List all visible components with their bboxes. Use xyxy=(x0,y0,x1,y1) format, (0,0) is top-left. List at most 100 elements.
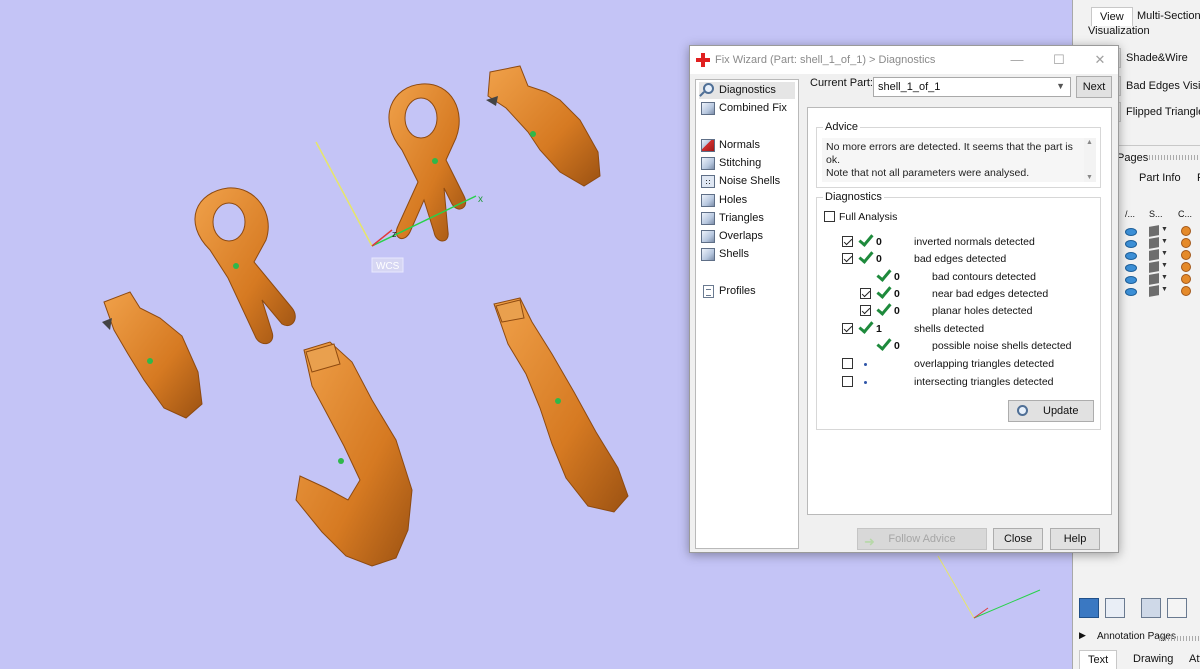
nav-item-normals[interactable]: Normals xyxy=(699,137,795,154)
flipped-triangles-button[interactable]: Flipped Triangles V xyxy=(1126,106,1200,118)
part-finger-straight[interactable] xyxy=(493,297,629,513)
shells-checkbox[interactable] xyxy=(842,323,853,334)
toolbar-part-icon[interactable] xyxy=(1141,598,1161,618)
toolbar-outline-icon[interactable] xyxy=(1167,598,1187,618)
eye-icon[interactable] xyxy=(1125,228,1137,236)
tab-att[interactable]: Att xyxy=(1189,653,1200,665)
cube-icon xyxy=(701,157,715,170)
full-analysis-checkbox[interactable] xyxy=(824,211,835,222)
dropdown-arrow-icon[interactable]: ▼ xyxy=(1161,262,1168,269)
expand-arrow-icon[interactable]: ▶ xyxy=(1079,630,1086,641)
overlapping-triangles-label: overlapping triangles detected xyxy=(914,358,1055,370)
shade-wire-button[interactable]: Shade&Wire xyxy=(1126,52,1188,64)
planar-holes-label: planar holes detected xyxy=(932,305,1033,317)
inverted-normals-checkbox[interactable] xyxy=(842,236,853,247)
eye-icon[interactable] xyxy=(1125,276,1137,284)
nav-item-shells[interactable]: Shells xyxy=(699,246,795,263)
intersecting-triangles-checkbox[interactable] xyxy=(842,376,853,387)
nav-item-label: Overlaps xyxy=(719,230,764,242)
cube-icon[interactable] xyxy=(1149,249,1159,261)
col-color-header[interactable]: C... xyxy=(1178,209,1192,219)
diagnostics-group: Diagnostics Full Analysis 0 inverted nor… xyxy=(816,191,1101,430)
part-claw-left[interactable] xyxy=(102,291,203,419)
nav-item-stitching[interactable]: Stitching xyxy=(699,155,795,172)
planar-holes-checkbox[interactable] xyxy=(860,305,871,316)
dropdown-arrow-icon[interactable]: ▼ xyxy=(1161,286,1168,293)
toolbar-check-icon[interactable] xyxy=(1105,598,1125,618)
tab-text[interactable]: Text xyxy=(1079,650,1118,669)
maximize-icon[interactable]: ☐ xyxy=(1044,50,1074,70)
tab-view[interactable]: View xyxy=(1091,7,1133,26)
nav-item-noise-shells[interactable]: Noise Shells xyxy=(699,173,795,190)
nav-item-triangles[interactable]: Triangles xyxy=(699,210,795,227)
title-bar[interactable]: Fix Wizard (Part: shell_1_of_1) > Diagno… xyxy=(690,46,1118,74)
col-shade-header[interactable]: S... xyxy=(1149,209,1163,219)
pages-label: Pages xyxy=(1117,152,1149,164)
follow-advice-label: Follow Advice xyxy=(888,533,956,545)
nav-item-label: Combined Fix xyxy=(719,102,787,114)
part-claw-top[interactable] xyxy=(486,65,601,187)
toolbar-cubes-icon[interactable] xyxy=(1079,598,1099,618)
nav-item-label: Diagnostics xyxy=(719,84,776,96)
cube-icon[interactable] xyxy=(1149,273,1159,285)
bad-edges-visible-button[interactable]: Bad Edges Visible xyxy=(1126,80,1200,92)
follow-advice-button[interactable]: ➜ Follow Advice xyxy=(857,528,987,550)
part-ring-bracket-left[interactable] xyxy=(194,187,296,345)
noise-shells-count: 0 xyxy=(894,340,900,352)
cube-icon[interactable] xyxy=(1149,285,1159,297)
close-icon[interactable]: ✕ xyxy=(1085,50,1115,70)
scroll-down-icon[interactable]: ▼ xyxy=(1086,174,1093,181)
color-dot-icon[interactable] xyxy=(1181,274,1191,284)
color-dot-icon[interactable] xyxy=(1181,250,1191,260)
color-dot-icon[interactable] xyxy=(1181,286,1191,296)
eye-icon[interactable] xyxy=(1125,264,1137,272)
nav-item-diagnostics[interactable]: Diagnostics xyxy=(699,82,795,99)
inverted-normals-label: inverted normals detected xyxy=(914,236,1035,248)
cube-icon[interactable] xyxy=(1149,225,1159,237)
nav-item-combined-fix[interactable]: Combined Fix xyxy=(699,100,795,117)
scroll-up-icon[interactable]: ▲ xyxy=(1086,139,1093,146)
color-dot-icon[interactable] xyxy=(1181,226,1191,236)
eye-icon[interactable] xyxy=(1125,288,1137,296)
color-dot-icon[interactable] xyxy=(1181,262,1191,272)
current-part-select[interactable]: shell_1_of_1 ▼ xyxy=(873,77,1071,97)
shells-label: shells detected xyxy=(914,323,985,335)
tab-part-info[interactable]: Part Info xyxy=(1139,172,1181,184)
full-analysis-label: Full Analysis xyxy=(839,211,898,223)
dropdown-arrow-icon[interactable]: ▼ xyxy=(1161,250,1168,257)
overlapping-triangles-checkbox[interactable] xyxy=(842,358,853,369)
cube-icon xyxy=(701,212,715,225)
minimize-icon[interactable]: — xyxy=(1002,50,1032,70)
nav-item-profiles[interactable]: Profiles xyxy=(699,283,795,300)
cube-icon[interactable] xyxy=(1149,237,1159,249)
content-panel: Advice No more errors are detected. It s… xyxy=(807,107,1112,515)
next-button[interactable]: Next xyxy=(1076,76,1112,98)
help-button[interactable]: Help xyxy=(1050,528,1100,550)
part-ring-bracket-center[interactable] xyxy=(388,83,466,242)
current-part-label: Current Part: xyxy=(810,77,873,89)
status-ok-icon xyxy=(858,231,874,247)
color-dot-icon[interactable] xyxy=(1181,238,1191,248)
col-visible-header[interactable]: /... xyxy=(1125,209,1135,219)
nav-item-label: Noise Shells xyxy=(719,175,781,187)
nav-item-label: Shells xyxy=(719,248,749,260)
eye-icon[interactable] xyxy=(1125,252,1137,260)
nav-item-overlaps[interactable]: Overlaps xyxy=(699,228,795,245)
cube-icon[interactable] xyxy=(1149,261,1159,273)
part-finger-curled[interactable] xyxy=(295,341,413,567)
bad-edges-label: bad edges detected xyxy=(914,253,1007,265)
grip-handle xyxy=(1159,636,1199,641)
dialog-title: Fix Wizard (Part: shell_1_of_1) > Diagno… xyxy=(715,54,936,66)
nav-item-holes[interactable]: Holes xyxy=(699,192,795,209)
close-button[interactable]: Close xyxy=(993,528,1043,550)
advice-scrollbar[interactable]: ▲ ▼ xyxy=(1084,138,1096,182)
eye-icon[interactable] xyxy=(1125,240,1137,248)
bad-edges-checkbox[interactable] xyxy=(842,253,853,264)
dropdown-arrow-icon[interactable]: ▼ xyxy=(1161,238,1168,245)
near-bad-edges-checkbox[interactable] xyxy=(860,288,871,299)
dropdown-arrow-icon[interactable]: ▼ xyxy=(1161,274,1168,281)
update-button[interactable]: Update xyxy=(1008,400,1094,422)
dropdown-arrow-icon[interactable]: ▼ xyxy=(1161,226,1168,233)
tab-drawing[interactable]: Drawing xyxy=(1133,653,1173,665)
tab-multi-section[interactable]: Multi-Section xyxy=(1129,7,1200,25)
